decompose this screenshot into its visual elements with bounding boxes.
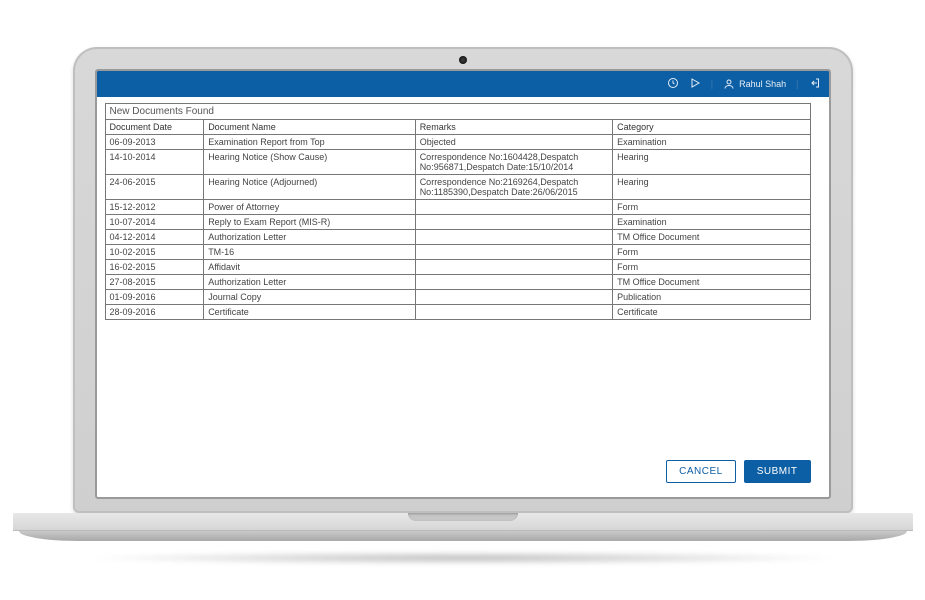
table-row[interactable]: 10-02-2015TM-16 Form [105, 245, 810, 260]
cell-name: Power of Attorney [204, 200, 416, 215]
documents-table: Document Date Document Name Remarks Cate… [105, 119, 811, 320]
table-row[interactable]: 14-10-2014Hearing Notice (Show Cause)Cor… [105, 150, 810, 175]
exit-icon[interactable] [809, 77, 821, 91]
topbar: | Rahul Shah | [97, 71, 829, 97]
cell-date: 06-09-2013 [105, 135, 204, 150]
table-row[interactable]: 24-06-2015Hearing Notice (Adjourned)Corr… [105, 175, 810, 200]
cell-category: Form [613, 200, 810, 215]
cell-date: 27-08-2015 [105, 275, 204, 290]
play-icon[interactable] [689, 77, 701, 91]
user-icon [723, 78, 735, 90]
cell-name: TM-16 [204, 245, 416, 260]
cell-name: Hearing Notice (Show Cause) [204, 150, 416, 175]
table-row[interactable]: 16-02-2015Affidavit Form [105, 260, 810, 275]
separator: | [711, 79, 713, 89]
table-row[interactable]: 27-08-2015Authorization Letter TM Office … [105, 275, 810, 290]
cancel-button[interactable]: CANCEL [666, 460, 736, 483]
cell-category: Examination [613, 135, 810, 150]
table-row[interactable]: 10-07-2014Reply to Exam Report (MIS-R) Ex… [105, 215, 810, 230]
base-shadow [80, 551, 845, 565]
cell-category: Examination [613, 215, 810, 230]
cell-remarks [415, 275, 612, 290]
cell-remarks: Objected [415, 135, 612, 150]
cell-date: 24-06-2015 [105, 175, 204, 200]
laptop-base [13, 513, 913, 553]
cell-date: 14-10-2014 [105, 150, 204, 175]
cell-name: Authorization Letter [204, 230, 416, 245]
user-menu[interactable]: Rahul Shah [723, 78, 786, 90]
table-row[interactable]: 15-12-2012Power of Attorney Form [105, 200, 810, 215]
app-screen: | Rahul Shah | New Documents Found Docum… [95, 69, 831, 499]
cell-date: 16-02-2015 [105, 260, 204, 275]
cell-date: 01-09-2016 [105, 290, 204, 305]
table-row[interactable]: 01-09-2016Journal Copy Publication [105, 290, 810, 305]
cell-category: Hearing [613, 150, 810, 175]
screen-bezel: | Rahul Shah | New Documents Found Docum… [73, 47, 853, 513]
camera-dot [459, 56, 467, 64]
clock-icon[interactable] [667, 77, 679, 91]
col-remarks: Remarks [415, 120, 612, 135]
cell-date: 10-02-2015 [105, 245, 204, 260]
cell-name: Affidavit [204, 260, 416, 275]
cell-name: Certificate [204, 305, 416, 320]
cell-remarks [415, 200, 612, 215]
cell-category: Certificate [613, 305, 810, 320]
cell-name: Examination Report from Top [204, 135, 416, 150]
table-row[interactable]: 06-09-2013Examination Report from TopObj… [105, 135, 810, 150]
cell-remarks [415, 245, 612, 260]
cell-category: Hearing [613, 175, 810, 200]
cell-date: 04-12-2014 [105, 230, 204, 245]
col-date: Document Date [105, 120, 204, 135]
cell-date: 15-12-2012 [105, 200, 204, 215]
cell-name: Authorization Letter [204, 275, 416, 290]
cell-category: Form [613, 245, 810, 260]
cell-remarks [415, 230, 612, 245]
col-category: Category [613, 120, 810, 135]
cell-date: 10-07-2014 [105, 215, 204, 230]
submit-button[interactable]: SUBMIT [744, 460, 811, 483]
table-row[interactable]: 04-12-2014Authorization Letter TM Office … [105, 230, 810, 245]
cell-remarks [415, 290, 612, 305]
cell-name: Journal Copy [204, 290, 416, 305]
panel-title: New Documents Found [105, 103, 811, 119]
cell-category: Publication [613, 290, 810, 305]
table-row[interactable]: 28-09-2016CertificateCertificate [105, 305, 810, 320]
cell-category: TM Office Document [613, 230, 810, 245]
laptop-mockup: | Rahul Shah | New Documents Found Docum… [73, 47, 853, 553]
cell-remarks [415, 260, 612, 275]
content-area: New Documents Found Document Date Docume… [97, 97, 829, 446]
cell-remarks [415, 305, 612, 320]
cell-category: Form [613, 260, 810, 275]
trackpad-notch [408, 513, 518, 521]
base-top [13, 513, 913, 531]
separator: | [796, 79, 798, 89]
cell-name: Hearing Notice (Adjourned) [204, 175, 416, 200]
cell-remarks [415, 215, 612, 230]
table-header-row: Document Date Document Name Remarks Cate… [105, 120, 810, 135]
cell-name: Reply to Exam Report (MIS-R) [204, 215, 416, 230]
col-name: Document Name [204, 120, 416, 135]
cell-remarks: Correspondence No:2169264,Despatch No:11… [415, 175, 612, 200]
base-bottom [19, 531, 907, 541]
action-bar: CANCEL SUBMIT [97, 446, 829, 497]
username-label: Rahul Shah [739, 79, 786, 89]
cell-remarks: Correspondence No:1604428,Despatch No:95… [415, 150, 612, 175]
cell-category: TM Office Document [613, 275, 810, 290]
cell-date: 28-09-2016 [105, 305, 204, 320]
